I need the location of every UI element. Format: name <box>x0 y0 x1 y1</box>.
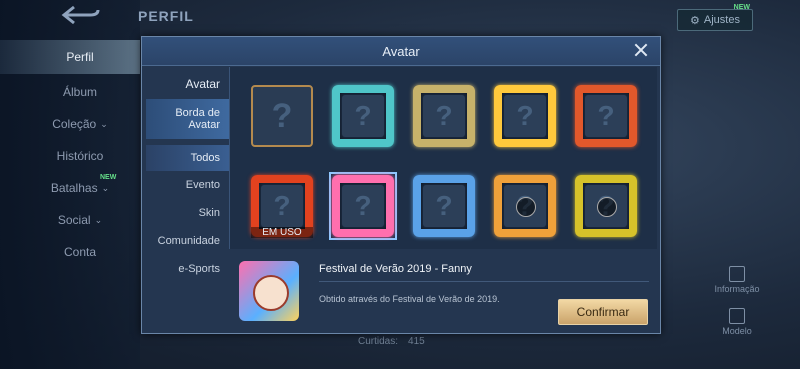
tab-esports[interactable]: e-Sports <box>146 255 230 283</box>
profile-side-menu: Perfil Álbum Coleção ⌄ Histórico NEW Bat… <box>0 40 140 268</box>
avatar-border-item[interactable]: ? <box>329 172 397 240</box>
avatar-border-item[interactable]: ? <box>332 85 394 147</box>
side-item-colecao[interactable]: Coleção ⌄ <box>0 108 140 140</box>
back-arrow-icon[interactable] <box>60 4 102 26</box>
close-icon[interactable] <box>634 43 648 57</box>
new-badge: NEW <box>733 4 750 11</box>
placeholder-question-mark: ? <box>261 185 303 227</box>
side-item-conta[interactable]: Conta <box>0 236 140 268</box>
side-item-album[interactable]: Álbum <box>0 76 140 108</box>
likes-value: 415 <box>408 336 425 347</box>
border-info-panel: Festival de Verão 2019 - Fanny Obtido at… <box>233 255 656 331</box>
avatar-border-item[interactable]: ? <box>413 175 475 237</box>
avatar-border-item[interactable]: ? <box>575 175 637 237</box>
modal-tabs: Avatar Borda de Avatar Todos Evento Skin… <box>146 69 230 283</box>
modal-header: Avatar <box>142 37 660 66</box>
chevron-down-icon: ⌄ <box>94 214 103 225</box>
lock-icon <box>597 197 617 217</box>
avatar-modal: Avatar Avatar Borda de Avatar Todos Even… <box>141 36 661 334</box>
avatar-border-item[interactable]: ? <box>413 85 475 147</box>
modal-title: Avatar <box>382 44 420 59</box>
tab-comunidade[interactable]: Comunidade <box>146 227 230 255</box>
info-label: Informação <box>714 284 760 294</box>
tab-skin[interactable]: Skin <box>146 199 230 227</box>
placeholder-question-mark: ? <box>271 96 293 135</box>
cube-icon <box>729 308 745 324</box>
avatar-border-item[interactable]: ? <box>494 85 556 147</box>
side-item-batalhas[interactable]: NEW Batalhas ⌄ <box>0 172 140 204</box>
border-description: Obtido através do Festival de Verão de 2… <box>319 294 500 304</box>
border-name: Festival de Verão 2019 - Fanny <box>319 263 472 275</box>
placeholder-question-mark: ? <box>342 95 384 137</box>
model-label: Modelo <box>722 326 752 336</box>
chevron-down-icon: ⌄ <box>101 182 110 193</box>
placeholder-question-mark: ? <box>342 185 384 227</box>
placeholder-question-mark: ? <box>423 95 465 137</box>
side-item-label: Álbum <box>62 85 97 99</box>
side-item-label: Conta <box>63 245 97 259</box>
confirm-button[interactable]: Confirmar <box>558 299 648 325</box>
placeholder-question-mark: ? <box>504 95 546 137</box>
in-use-label: EM USO <box>251 227 313 238</box>
info-button[interactable]: Informação <box>712 266 762 294</box>
new-badge: NEW <box>100 174 117 181</box>
side-item-social[interactable]: Social ⌄ <box>0 204 140 236</box>
tab-avatar-border[interactable]: Borda de Avatar <box>146 99 230 139</box>
likes-label: Curtidas: <box>358 336 399 347</box>
tab-avatar[interactable]: Avatar <box>146 69 230 99</box>
right-toolbar: Informação Modelo <box>712 266 762 350</box>
placeholder-question-mark: ? <box>423 185 465 227</box>
divider <box>319 281 649 282</box>
avatar-border-grid: ??????EM USO???? <box>229 67 657 249</box>
settings-button[interactable]: ⚙ Ajustes NEW <box>677 4 753 31</box>
chevron-down-icon: ⌄ <box>100 118 108 129</box>
side-item-label: Social <box>57 213 91 227</box>
settings-label: Ajustes <box>703 14 740 26</box>
gear-icon: ⚙ <box>690 14 700 27</box>
fanny-avatar <box>253 275 289 311</box>
placeholder-question-mark: ? <box>585 95 627 137</box>
side-item-label: Perfil <box>66 50 94 64</box>
side-item-perfil[interactable]: Perfil <box>0 40 140 74</box>
avatar-border-item[interactable]: ? <box>575 85 637 147</box>
tab-todos[interactable]: Todos <box>146 145 230 171</box>
info-book-icon <box>729 266 745 282</box>
side-item-label: Batalhas <box>50 181 98 195</box>
model-button[interactable]: Modelo <box>712 308 762 336</box>
avatar-border-item[interactable]: ? <box>251 85 313 147</box>
page-title: PERFIL <box>138 8 194 24</box>
side-item-label: Histórico <box>56 149 104 163</box>
side-item-historico[interactable]: Histórico <box>0 140 140 172</box>
tab-evento[interactable]: Evento <box>146 171 230 199</box>
lock-icon <box>516 197 536 217</box>
avatar-border-item[interactable]: ? <box>494 175 556 237</box>
likes-counter: Curtidas: 415 <box>358 336 425 347</box>
side-item-label: Coleção <box>52 117 97 131</box>
selected-border-preview <box>239 261 299 321</box>
